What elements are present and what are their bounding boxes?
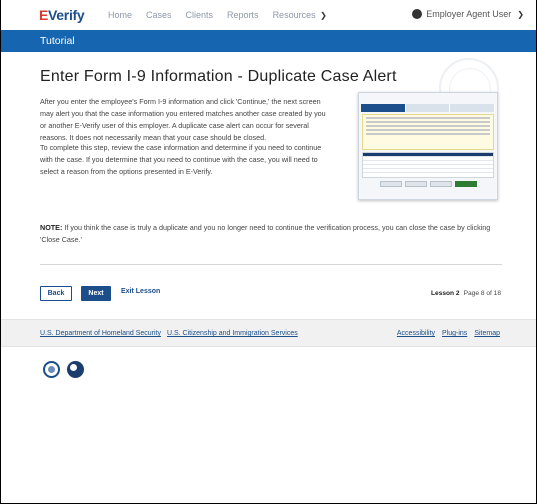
plugins-link[interactable]: Plug-ins bbox=[442, 330, 467, 337]
nav-clients[interactable]: Clients bbox=[186, 10, 214, 20]
nav-reports[interactable]: Reports bbox=[227, 10, 259, 20]
screenshot-header bbox=[359, 93, 497, 103]
user-name: Employer Agent User bbox=[426, 9, 512, 19]
back-button[interactable]: Back bbox=[40, 286, 72, 301]
sitemap-link[interactable]: Sitemap bbox=[474, 330, 500, 337]
next-button[interactable]: Next bbox=[81, 286, 111, 301]
user-menu[interactable]: Employer Agent User ❯ bbox=[412, 9, 524, 19]
chevron-down-icon: ❯ bbox=[517, 9, 524, 19]
tutorial-title: Tutorial bbox=[40, 35, 75, 47]
uscis-link[interactable]: U.S. Citizenship and Immigration Service… bbox=[167, 330, 298, 337]
exit-lesson-link[interactable]: Exit Lesson bbox=[121, 288, 160, 295]
nav-resources[interactable]: Resources ❯ bbox=[273, 10, 327, 20]
tutorial-bar: Tutorial bbox=[1, 30, 536, 52]
chevron-down-icon: ❯ bbox=[320, 11, 327, 20]
everify-logo[interactable]: EVerify bbox=[39, 7, 85, 23]
nav-links: Home Cases Clients Reports Resources ❯ bbox=[108, 10, 327, 20]
footer: U.S. Department of Homeland Security U.S… bbox=[1, 319, 536, 347]
page-title: Enter Form I-9 Information - Duplicate C… bbox=[40, 68, 397, 85]
top-navigation: EVerify Home Cases Clients Reports Resou… bbox=[1, 0, 536, 30]
accessibility-link[interactable]: Accessibility bbox=[397, 330, 435, 337]
user-icon bbox=[412, 9, 423, 19]
screenshot-alert bbox=[362, 114, 494, 150]
nav-cases[interactable]: Cases bbox=[146, 10, 172, 20]
dhs-link[interactable]: U.S. Department of Homeland Security bbox=[40, 330, 161, 337]
instruction-paragraph: To complete this step, review the case i… bbox=[40, 143, 322, 176]
dhs-seal-icon bbox=[43, 361, 60, 378]
lesson-progress: Lesson 2 Page 8 of 18 bbox=[431, 290, 501, 297]
screenshot-steps bbox=[361, 104, 496, 112]
screenshot-table bbox=[362, 152, 494, 178]
uscis-seal-icon bbox=[67, 361, 84, 378]
note-text: NOTE: If you think the case is truly a d… bbox=[40, 223, 491, 244]
duplicate-case-screenshot bbox=[358, 92, 498, 200]
screenshot-buttons bbox=[359, 181, 497, 187]
nav-home[interactable]: Home bbox=[108, 10, 132, 20]
divider bbox=[40, 264, 502, 265]
intro-paragraph: After you enter the employee's Form I-9 … bbox=[40, 97, 326, 142]
